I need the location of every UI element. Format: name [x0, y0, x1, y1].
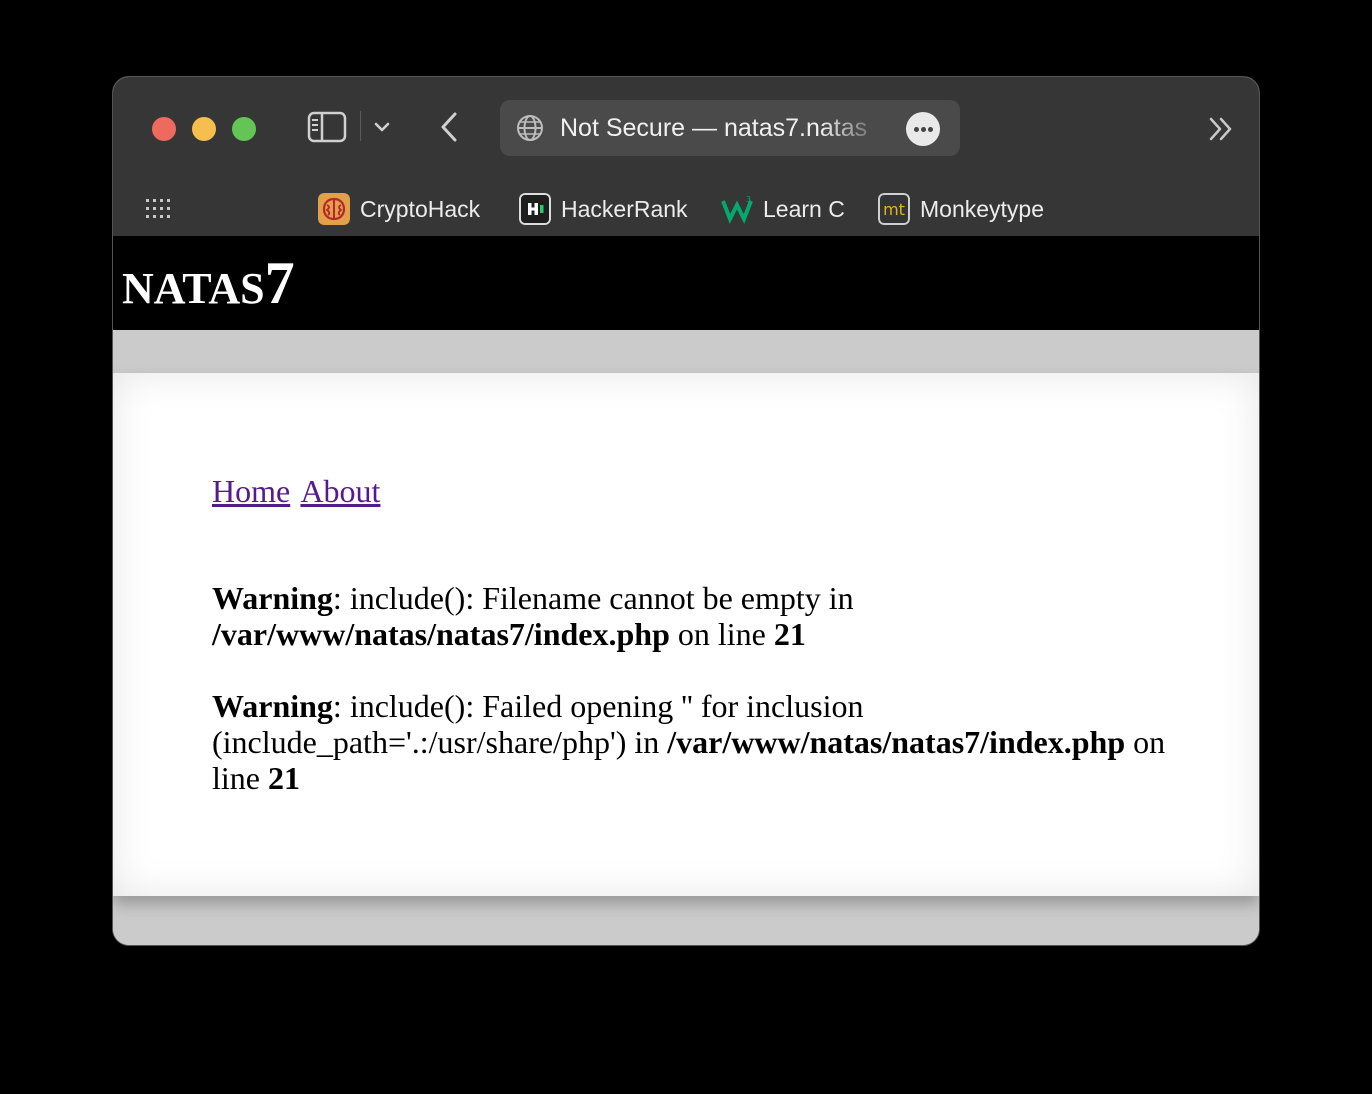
- warning-line-number: 21: [773, 616, 806, 652]
- sidebar-toggle-icon[interactable]: [307, 111, 347, 143]
- monkeytype-icon: mt: [878, 193, 910, 225]
- warning-label: Warning: [212, 580, 333, 616]
- bookmark-hackerrank[interactable]: HackerRank: [519, 191, 688, 227]
- warning-on-line: on line: [669, 616, 774, 652]
- title-number: 7: [264, 250, 295, 316]
- zoom-window-button[interactable]: [232, 117, 256, 141]
- back-arrow-icon[interactable]: [437, 111, 461, 143]
- bookmarks-bar: CryptoHack HackerRank 3 Learn C mt Monke…: [113, 181, 1259, 236]
- browser-window: Not Secure — natas7.natas CryptoHack Hac…: [113, 77, 1259, 945]
- page-menu-button[interactable]: [906, 112, 940, 146]
- bookmark-label: Monkeytype: [920, 195, 1045, 222]
- browser-toolbar: Not Secure — natas7.natas: [113, 77, 1259, 182]
- address-bar[interactable]: Not Secure — natas7.natas: [500, 100, 960, 156]
- about-link[interactable]: About: [300, 473, 380, 509]
- warning-message: : include(): Filename cannot be empty in: [332, 580, 854, 616]
- hackerrank-icon: [519, 193, 551, 225]
- warning-file: /var/www/natas/natas7/index.php: [667, 724, 1126, 760]
- toolbar-divider: [360, 111, 361, 141]
- php-warning: Warning: include(): Filename cannot be e…: [212, 580, 1212, 652]
- warning-label: Warning: [212, 688, 333, 724]
- address-text[interactable]: Not Secure — natas7.natas: [560, 114, 886, 142]
- double-chevron-right-icon[interactable]: [1207, 115, 1235, 143]
- minimize-window-button[interactable]: [192, 117, 216, 141]
- close-window-button[interactable]: [152, 117, 176, 141]
- svg-text:mt: mt: [883, 200, 905, 219]
- bookmark-label: HackerRank: [561, 195, 688, 222]
- warning-line-number: 21: [267, 760, 300, 796]
- globe-icon: [517, 115, 543, 141]
- home-link[interactable]: Home: [212, 473, 290, 509]
- chevron-down-icon[interactable]: [372, 117, 392, 137]
- warning-file: /var/www/natas/natas7/index.php: [212, 616, 670, 652]
- bookmark-monkeytype[interactable]: mt Monkeytype: [878, 191, 1044, 227]
- content-panel: Home About Warning: include(): Filename …: [113, 373, 1259, 896]
- title-prefix: NATAS: [122, 264, 265, 313]
- cryptohack-icon: [318, 193, 350, 225]
- web-page: NATAS7 Home About Warning: include(): Fi…: [113, 236, 1259, 945]
- natas-header: NATAS7: [113, 236, 1259, 330]
- bookmark-cryptohack[interactable]: CryptoHack: [318, 191, 480, 227]
- nav-links: Home About: [212, 471, 384, 511]
- grid-icon[interactable]: [146, 199, 170, 219]
- bookmark-label: Learn C: [763, 195, 845, 222]
- php-warning: Warning: include(): Failed opening '' fo…: [212, 688, 1212, 796]
- w3schools-icon: 3: [721, 195, 753, 224]
- bookmark-label: CryptoHack: [360, 195, 481, 222]
- svg-text:3: 3: [746, 195, 751, 204]
- page-title: NATAS7: [122, 248, 295, 324]
- bookmark-learn-c[interactable]: 3 Learn C: [721, 191, 845, 227]
